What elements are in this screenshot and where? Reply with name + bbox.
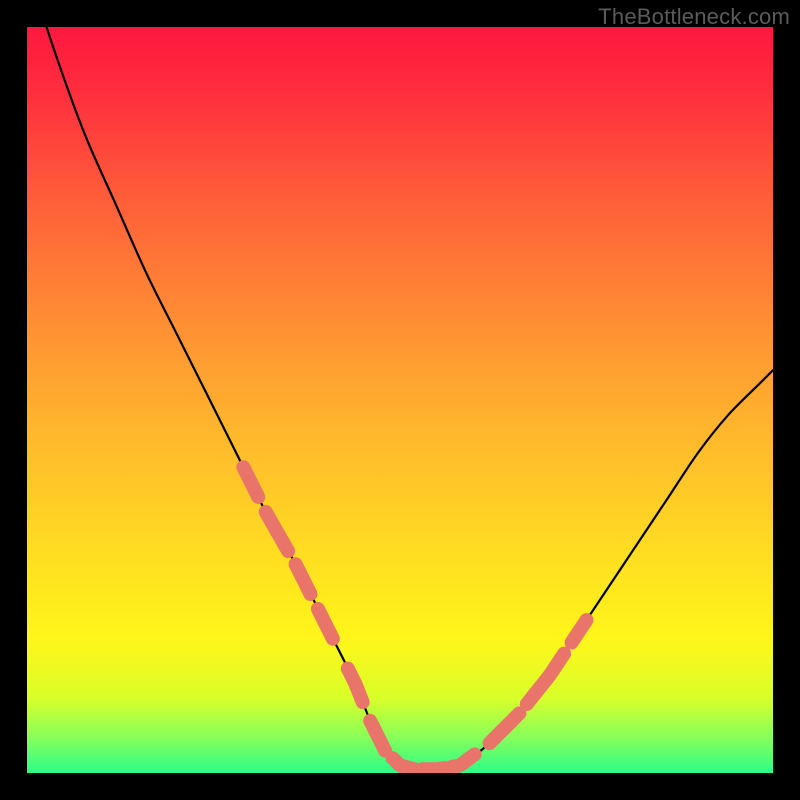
highlight-segment <box>452 754 474 766</box>
highlight-segment <box>296 564 311 594</box>
highlight-segments <box>243 467 586 769</box>
highlight-segment <box>527 654 564 704</box>
bottleneck-curve <box>27 27 773 770</box>
highlight-segment <box>572 620 587 642</box>
chart-area <box>27 27 773 773</box>
highlight-segment <box>370 721 385 751</box>
highlight-segment <box>243 467 258 497</box>
highlight-segment <box>266 512 288 551</box>
watermark-text: TheBottleneck.com <box>598 4 790 30</box>
bottleneck-chart <box>27 27 773 773</box>
highlight-segment <box>318 609 333 639</box>
highlight-segment <box>490 713 520 743</box>
highlight-segment <box>393 758 415 769</box>
highlight-segment <box>422 768 444 769</box>
highlight-segment <box>348 669 363 703</box>
